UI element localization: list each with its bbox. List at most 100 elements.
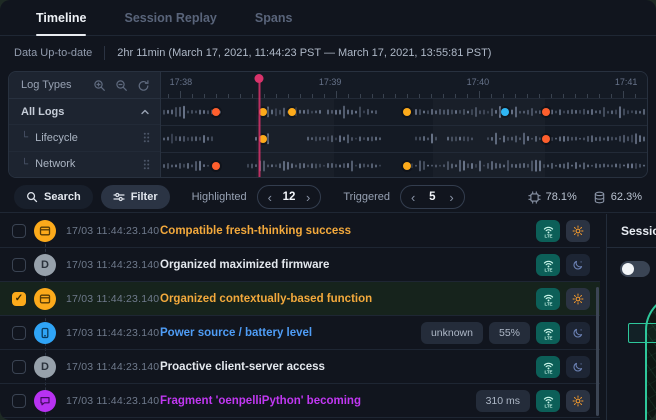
ruler-tick xyxy=(288,94,289,98)
log-row[interactable]: 17/03 11:44:23.140Power source / battery… xyxy=(0,316,600,350)
row-checkbox[interactable] xyxy=(12,360,26,374)
search-button[interactable]: Search xyxy=(14,185,93,209)
network-lte-button[interactable]: LTE xyxy=(536,322,560,344)
ruler-tick xyxy=(312,94,313,98)
log-row[interactable]: D17/03 11:44:23.140Proactive client-serv… xyxy=(0,350,600,384)
waveform-bar xyxy=(323,137,325,141)
waveform-bar xyxy=(203,164,205,168)
log-row[interactable]: 17/03 11:44:23.140Compatible fresh-think… xyxy=(0,214,600,248)
sun-mode-button[interactable] xyxy=(566,288,590,310)
moon-mode-button[interactable] xyxy=(566,254,590,276)
log-type-lifecycle[interactable]: └ Lifecycle xyxy=(9,125,160,151)
ruler-tick xyxy=(168,94,169,98)
zoom-out-icon[interactable] xyxy=(115,79,128,92)
ruler-tick xyxy=(563,94,564,98)
waveform-bar xyxy=(359,136,361,141)
sun-mode-button[interactable] xyxy=(566,220,590,242)
waveform-bar xyxy=(623,134,625,142)
timeline-track-area[interactable]: 17:3817:3917:4017:41 xyxy=(161,72,647,177)
waveform-bar xyxy=(531,108,533,116)
waveform-bar xyxy=(575,136,577,141)
waveform-bar xyxy=(555,137,557,140)
log-message[interactable]: Organized maximized firmware xyxy=(160,259,329,271)
timeline-ruler[interactable]: 17:3817:3917:4017:41 xyxy=(161,72,647,99)
waveform-bar xyxy=(327,136,329,141)
triggered-prev-button[interactable]: ‹ xyxy=(411,191,415,204)
tab-timeline[interactable]: Timeline xyxy=(36,0,86,35)
waveform-row-all-logs[interactable] xyxy=(161,99,647,125)
waveform-bar xyxy=(639,135,641,143)
waveform-bar xyxy=(167,110,169,114)
log-type-network[interactable]: └ Network xyxy=(9,152,160,177)
drag-handle-icon[interactable] xyxy=(143,159,150,170)
log-message[interactable]: Proactive client-server access xyxy=(160,361,325,373)
highlighted-prev-button[interactable]: ‹ xyxy=(268,191,272,204)
waveform-bar xyxy=(563,135,565,141)
event-dot[interactable] xyxy=(542,108,550,116)
ruler-tick xyxy=(539,94,540,98)
scrollbar[interactable] xyxy=(596,287,599,416)
log-message[interactable]: Organized contextually-based function xyxy=(160,293,372,305)
row-checkbox[interactable]: ✓ xyxy=(12,292,26,306)
event-dot[interactable] xyxy=(212,162,220,170)
row-checkbox[interactable] xyxy=(12,258,26,272)
row-checkbox[interactable] xyxy=(12,224,26,238)
filter-button[interactable]: Filter xyxy=(101,185,170,209)
event-dot[interactable] xyxy=(288,108,296,116)
event-dot[interactable] xyxy=(403,162,411,170)
waveform-bar xyxy=(347,134,349,143)
event-dot[interactable] xyxy=(212,108,220,116)
log-badge: 310 ms xyxy=(476,390,530,412)
drag-handle-icon[interactable] xyxy=(143,132,150,143)
device-preview[interactable] xyxy=(645,294,656,420)
highlighted-next-button[interactable]: › xyxy=(306,191,310,204)
waveform-bar xyxy=(471,137,473,140)
waveform-bar xyxy=(363,137,365,141)
log-message[interactable]: Power source / battery level xyxy=(160,327,312,339)
log-row[interactable]: D17/03 11:44:23.140Organized maximized f… xyxy=(0,248,600,282)
row-checkbox[interactable] xyxy=(12,326,26,340)
waveform-bar xyxy=(599,136,601,141)
waveform-bar xyxy=(427,137,429,140)
chevron-up-icon[interactable] xyxy=(140,107,150,117)
waveform-row-lifecycle[interactable] xyxy=(161,125,647,151)
sun-mode-button[interactable] xyxy=(566,390,590,412)
network-lte-button[interactable]: LTE xyxy=(536,390,560,412)
waveform-bar xyxy=(519,111,521,114)
waveform-bar xyxy=(359,106,361,117)
tab-spans[interactable]: Spans xyxy=(255,0,293,35)
refresh-icon[interactable] xyxy=(137,79,150,92)
event-dot[interactable] xyxy=(403,108,411,116)
ruler-tick xyxy=(192,94,193,98)
event-dot[interactable] xyxy=(501,108,509,116)
ruler-tick xyxy=(336,91,337,98)
log-type-all-logs[interactable]: All Logs xyxy=(9,99,160,125)
row-checkbox[interactable] xyxy=(12,394,26,408)
waveform-bar xyxy=(523,163,525,169)
network-lte-button[interactable]: LTE xyxy=(536,356,560,378)
waveform-bar xyxy=(315,110,317,113)
network-lte-button[interactable]: LTE xyxy=(536,220,560,242)
session-panel: Session D xyxy=(606,214,656,420)
triggered-next-button[interactable]: › xyxy=(449,191,453,204)
letter-d-icon: D xyxy=(34,356,56,378)
zoom-in-icon[interactable] xyxy=(93,79,106,92)
session-toggle[interactable] xyxy=(620,261,650,277)
moon-mode-button[interactable] xyxy=(566,322,590,344)
log-row[interactable]: 17/03 11:44:23.140Fragment 'oenpelliPyth… xyxy=(0,384,600,418)
network-lte-button[interactable]: LTE xyxy=(536,288,560,310)
log-row[interactable]: ✓17/03 11:44:23.140Organized contextuall… xyxy=(0,282,600,316)
log-message[interactable]: Compatible fresh-thinking success xyxy=(160,225,351,237)
waveform-bar xyxy=(451,136,453,141)
playhead[interactable] xyxy=(254,74,263,177)
network-lte-button[interactable]: LTE xyxy=(536,254,560,276)
log-badge: 55% xyxy=(489,322,530,344)
moon-mode-button[interactable] xyxy=(566,356,590,378)
waveform-bar xyxy=(303,163,305,169)
tab-session-replay[interactable]: Session Replay xyxy=(124,0,216,35)
log-message[interactable]: Fragment 'oenpelliPython' becoming xyxy=(160,395,361,407)
waveform-bar xyxy=(595,137,597,141)
event-dot[interactable] xyxy=(542,135,550,143)
waveform-row-network[interactable] xyxy=(161,152,647,178)
map-viewport-box[interactable] xyxy=(628,323,656,343)
